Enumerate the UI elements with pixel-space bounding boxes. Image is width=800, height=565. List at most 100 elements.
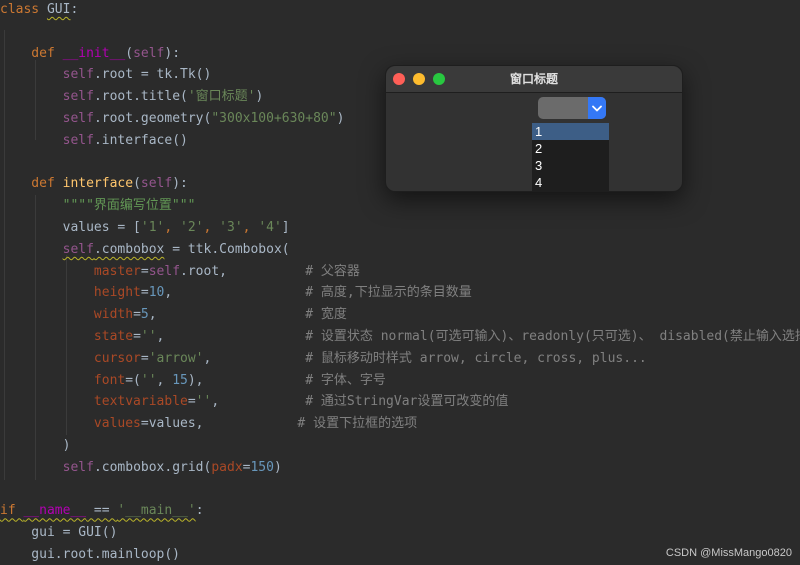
- code-token: GUI: [46, 2, 71, 17]
- code-line: font=('', 15), # 字体、字号: [0, 371, 386, 391]
- code-token: ==: [86, 503, 118, 519]
- window-title: 窗口标题: [509, 72, 558, 86]
- code-token: values = [: [0, 220, 141, 235]
- code-token: width: [93, 307, 134, 323]
- code-token: height: [93, 285, 141, 301]
- code-token: self: [62, 89, 94, 105]
- code-line: self.combobox.grid(padx=150): [0, 458, 282, 478]
- code-line: self.interface(): [0, 131, 188, 151]
- code-token: ):: [172, 176, 188, 192]
- code-token: self: [62, 111, 94, 126]
- dropdown-option[interactable]: 2: [532, 140, 609, 157]
- code-line: ): [0, 436, 71, 456]
- code-token: # 设置下拉框的选项: [203, 416, 418, 432]
- code-token: .root = tk.Tk(): [93, 67, 212, 83]
- code-token: def: [0, 45, 63, 61]
- code-token: .combobox.grid(: [93, 459, 212, 475]
- code-token: self: [62, 459, 94, 475]
- dropdown-option[interactable]: 1: [532, 123, 609, 140]
- code-token: cursor: [93, 350, 141, 366]
- code-token: if: [0, 503, 24, 519]
- code-token: """"界面编写位置""": [62, 198, 196, 214]
- code-token: :: [70, 2, 79, 17]
- watermark: CSDN @MissMango0820: [665, 547, 792, 559]
- code-line: self.root.geometry("300x100+630+80"): [0, 109, 345, 129]
- code-token: .interface(): [93, 132, 188, 148]
- code-token: ,: [203, 220, 220, 235]
- code-token: __init__: [62, 45, 126, 61]
- code-token: :: [195, 503, 204, 519]
- code-token: def: [0, 176, 63, 192]
- code-token: 10: [148, 285, 165, 301]
- code-token: =: [187, 394, 196, 410]
- code-token: =values,: [140, 416, 204, 432]
- code-token: gui = GUI(): [0, 525, 118, 541]
- code-token: '1': [140, 220, 165, 235]
- code-token: self: [133, 45, 165, 61]
- code-token: '': [140, 329, 157, 344]
- code-line: state='', # 设置状态 normal(可选可输入)、readonly(…: [0, 327, 800, 347]
- dropdown-option[interactable]: 4: [532, 174, 609, 191]
- code-token: # 鼠标移动时样式 arrow, circle, cross, plus...: [211, 350, 647, 366]
- code-token: (: [133, 176, 141, 192]
- code-token: '': [195, 394, 212, 410]
- code-line: class GUI:: [0, 0, 78, 20]
- code-line: self.root.title('窗口标题'): [0, 87, 264, 107]
- code-token: .root.geometry(: [93, 111, 212, 126]
- window-titlebar[interactable]: 窗口标题: [386, 66, 682, 93]
- code-token: =: [133, 307, 141, 323]
- code-token: master: [93, 263, 141, 279]
- code-token: # 宽度: [156, 307, 347, 323]
- code-token: 150: [250, 459, 274, 475]
- code-line: gui.root.mainloop(): [0, 545, 180, 565]
- combobox-dropdown-list[interactable]: 1234: [532, 123, 609, 191]
- code-token: 5: [140, 307, 149, 323]
- code-token: textvariable: [93, 394, 188, 410]
- code-token: # 高度,下拉显示的条目数量: [172, 285, 472, 301]
- tk-window[interactable]: 窗口标题 1234: [385, 65, 683, 192]
- code-token: self: [148, 263, 181, 279]
- code-line: values = ['1', '2', '3', '4']: [0, 218, 290, 238]
- code-token: self: [140, 176, 173, 192]
- dropdown-option[interactable]: 3: [532, 157, 609, 174]
- code-line: values=values, # 设置下拉框的选项: [0, 414, 417, 434]
- code-line: gui = GUI(): [0, 523, 117, 543]
- code-token: '3': [219, 220, 243, 235]
- code-token: class: [0, 2, 47, 17]
- code-token: '窗口标题': [187, 89, 256, 105]
- code-token: ,: [148, 307, 157, 323]
- code-token: # 通过StringVar设置可改变的值: [219, 394, 509, 410]
- code-token: =(: [125, 372, 141, 388]
- code-token: '4': [258, 220, 282, 235]
- code-line: cursor='arrow', # 鼠标移动时样式 arrow, circle,…: [0, 349, 647, 369]
- code-token: (: [125, 45, 134, 61]
- code-token: font: [93, 372, 126, 388]
- code-token: =: [133, 329, 141, 344]
- code-token: '__main__': [117, 503, 196, 519]
- code-token: values: [93, 416, 141, 432]
- code-token: padx: [211, 459, 243, 475]
- code-token: # 字体、字号: [203, 372, 386, 388]
- code-token: interface: [62, 176, 134, 192]
- code-token: ,: [164, 220, 181, 235]
- code-token: 15: [172, 372, 188, 388]
- code-line: def __init__(self):: [0, 44, 180, 64]
- code-token: self: [62, 132, 94, 148]
- code-line: master=self.root, # 父容器: [0, 262, 360, 282]
- code-token: =: [140, 350, 149, 366]
- code-token: ,: [211, 394, 220, 410]
- code-line: self.root = tk.Tk(): [0, 65, 212, 85]
- combobox[interactable]: [538, 97, 606, 119]
- code-token: '': [140, 372, 157, 388]
- combobox-dropdown-button[interactable]: [588, 97, 606, 119]
- code-token: ,: [156, 372, 173, 388]
- code-token: ),: [187, 372, 204, 388]
